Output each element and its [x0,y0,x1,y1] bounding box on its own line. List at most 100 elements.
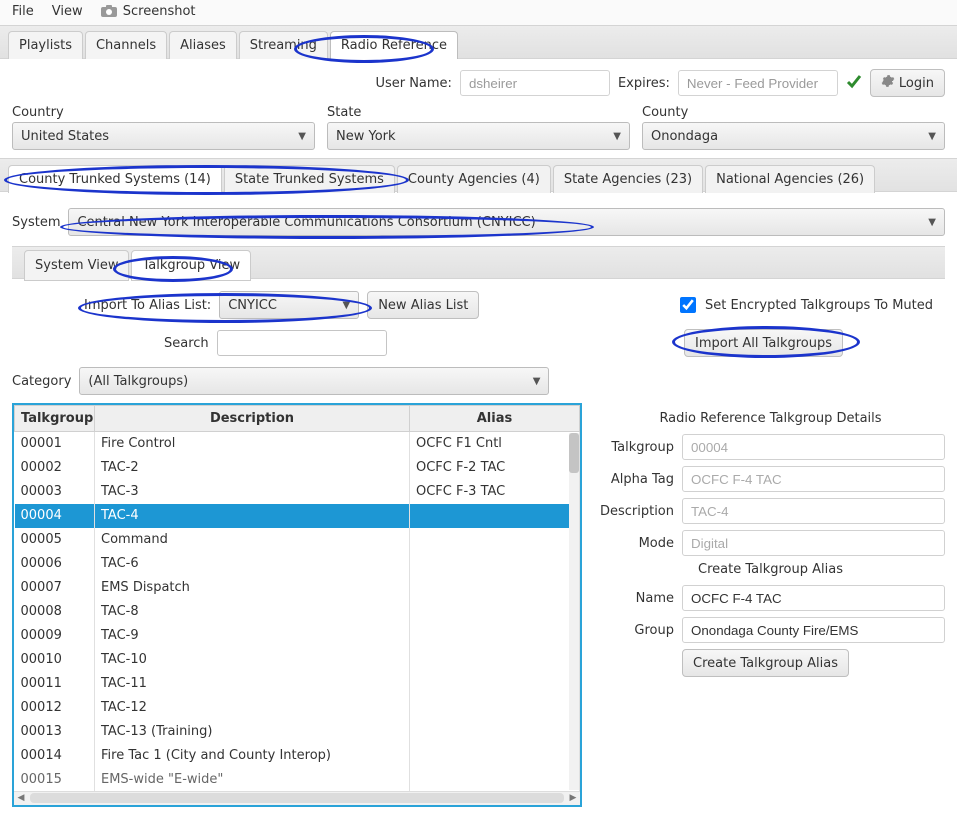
category-dropdown[interactable]: (All Talkgroups) ▼ [79,367,549,395]
table-row[interactable]: 00012TAC-12 [15,696,580,720]
agency-tab-3[interactable]: State Agencies (23) [553,165,703,193]
menu-screenshot[interactable]: Screenshot [101,4,196,19]
username-field[interactable] [460,70,610,96]
state-dropdown[interactable]: New York ▼ [327,122,630,150]
chevron-down-icon: ▼ [298,131,306,142]
agency-tab-2[interactable]: County Agencies (4) [397,165,551,193]
talkgroup-table-wrap: Talkgroup Description Alias 00001Fire Co… [12,403,582,807]
cell-tg: 00004 [15,504,95,528]
cell-tg: 00014 [15,744,95,768]
county-dropdown[interactable]: Onondaga ▼ [642,122,945,150]
table-row[interactable]: 00009TAC-9 [15,624,580,648]
col-description[interactable]: Description [95,406,410,432]
cell-tg: 00013 [15,720,95,744]
search-input[interactable] [217,330,387,356]
col-talkgroup[interactable]: Talkgroup [15,406,95,432]
cell-desc: TAC-12 [95,696,410,720]
cell-desc: EMS Dispatch [95,576,410,600]
agency-tab-4[interactable]: National Agencies (26) [705,165,875,193]
cell-tg: 00007 [15,576,95,600]
cell-alias [410,552,580,576]
detail-description-label: Description [596,504,682,519]
create-talkgroup-alias-button[interactable]: Create Talkgroup Alias [682,649,849,677]
table-row[interactable]: 00010TAC-10 [15,648,580,672]
cell-alias [410,528,580,552]
create-name-label: Name [596,591,682,606]
cell-desc: TAC-11 [95,672,410,696]
table-row[interactable]: 00005Command [15,528,580,552]
details-title: Radio Reference Talkgroup Details [596,411,945,426]
tab-streaming[interactable]: Streaming [239,31,328,59]
menu-view[interactable]: View [52,4,83,19]
cell-desc: Fire Control [95,432,410,456]
set-encrypted-checkbox[interactable] [680,297,696,313]
view-tab-system-view[interactable]: System View [24,250,129,281]
tab-aliases[interactable]: Aliases [169,31,237,59]
create-name-field[interactable] [682,585,945,611]
state-value: New York [336,129,396,144]
expires-label: Expires: [618,76,670,91]
table-row[interactable]: 00011TAC-11 [15,672,580,696]
cell-tg: 00012 [15,696,95,720]
table-row[interactable]: 00001Fire ControlOCFC F1 Cntl [15,432,580,456]
menu-file[interactable]: File [12,4,34,19]
table-row[interactable]: 00015EMS-wide "E-wide" [15,768,580,791]
country-dropdown[interactable]: United States ▼ [12,122,315,150]
system-dropdown[interactable]: Central New York Interoperable Communica… [68,208,945,236]
cell-alias [410,744,580,768]
cell-tg: 00010 [15,648,95,672]
category-row: Category (All Talkgroups) ▼ [0,363,957,403]
cell-alias [410,624,580,648]
gear-icon [881,74,895,92]
cell-alias [410,576,580,600]
detail-alphatag-field [682,466,945,492]
agency-tabbar: County Trunked Systems (14)State Trunked… [0,158,957,192]
detail-description-field [682,498,945,524]
new-alias-list-button[interactable]: New Alias List [367,291,479,319]
tab-playlists[interactable]: Playlists [8,31,83,59]
agency-tab-0[interactable]: County Trunked Systems (14) [8,165,222,193]
cell-alias [410,600,580,624]
geo-row: Country United States ▼ State New York ▼… [0,105,957,158]
search-row: Search Import All Talkgroups [0,323,957,363]
tab-radio-reference[interactable]: Radio Reference [330,31,458,59]
system-label: System [12,215,60,230]
agency-tab-1[interactable]: State Trunked Systems [224,165,395,193]
cell-alias [410,504,580,528]
cell-desc: TAC-4 [95,504,410,528]
table-row[interactable]: 00006TAC-6 [15,552,580,576]
table-row[interactable]: 00008TAC-8 [15,600,580,624]
cell-desc: TAC-9 [95,624,410,648]
main-tabbar: PlaylistsChannelsAliasesStreamingRadio R… [0,25,957,59]
import-row: Import To Alias List: CNYICC ▼ New Alias… [0,279,957,323]
table-row[interactable]: 00003TAC-3OCFC F-3 TAC [15,480,580,504]
cell-tg: 00003 [15,480,95,504]
cell-tg: 00015 [15,768,95,791]
table-row[interactable]: 00007EMS Dispatch [15,576,580,600]
country-label: Country [12,105,315,120]
alias-list-value: CNYICC [228,298,277,313]
scroll-right-icon[interactable]: ▶ [566,793,580,803]
table-row[interactable]: 00004TAC-4 [15,504,580,528]
table-row[interactable]: 00013TAC-13 (Training) [15,720,580,744]
table-row[interactable]: 00014Fire Tac 1 (City and County Interop… [15,744,580,768]
county-value: Onondaga [651,129,718,144]
horizontal-scrollbar[interactable]: ◀ ▶ [14,791,580,805]
cell-desc: TAC-2 [95,456,410,480]
login-button[interactable]: Login [870,69,945,97]
view-tabbar: System ViewTalkgroup View [12,246,945,279]
view-tab-talkgroup-view[interactable]: Talkgroup View [131,250,251,281]
vertical-scrollbar[interactable] [569,433,579,790]
category-label: Category [12,374,71,389]
alias-list-dropdown[interactable]: CNYICC ▼ [219,291,359,319]
tab-channels[interactable]: Channels [85,31,167,59]
create-group-field[interactable] [682,617,945,643]
talkgroup-table: Talkgroup Description Alias 00001Fire Co… [14,405,580,791]
expires-field[interactable] [678,70,838,96]
table-row[interactable]: 00002TAC-2OCFC F-2 TAC [15,456,580,480]
scroll-left-icon[interactable]: ◀ [14,793,28,803]
col-alias[interactable]: Alias [410,406,580,432]
import-all-button[interactable]: Import All Talkgroups [684,329,843,357]
state-label: State [327,105,630,120]
menu-screenshot-label: Screenshot [123,4,196,19]
